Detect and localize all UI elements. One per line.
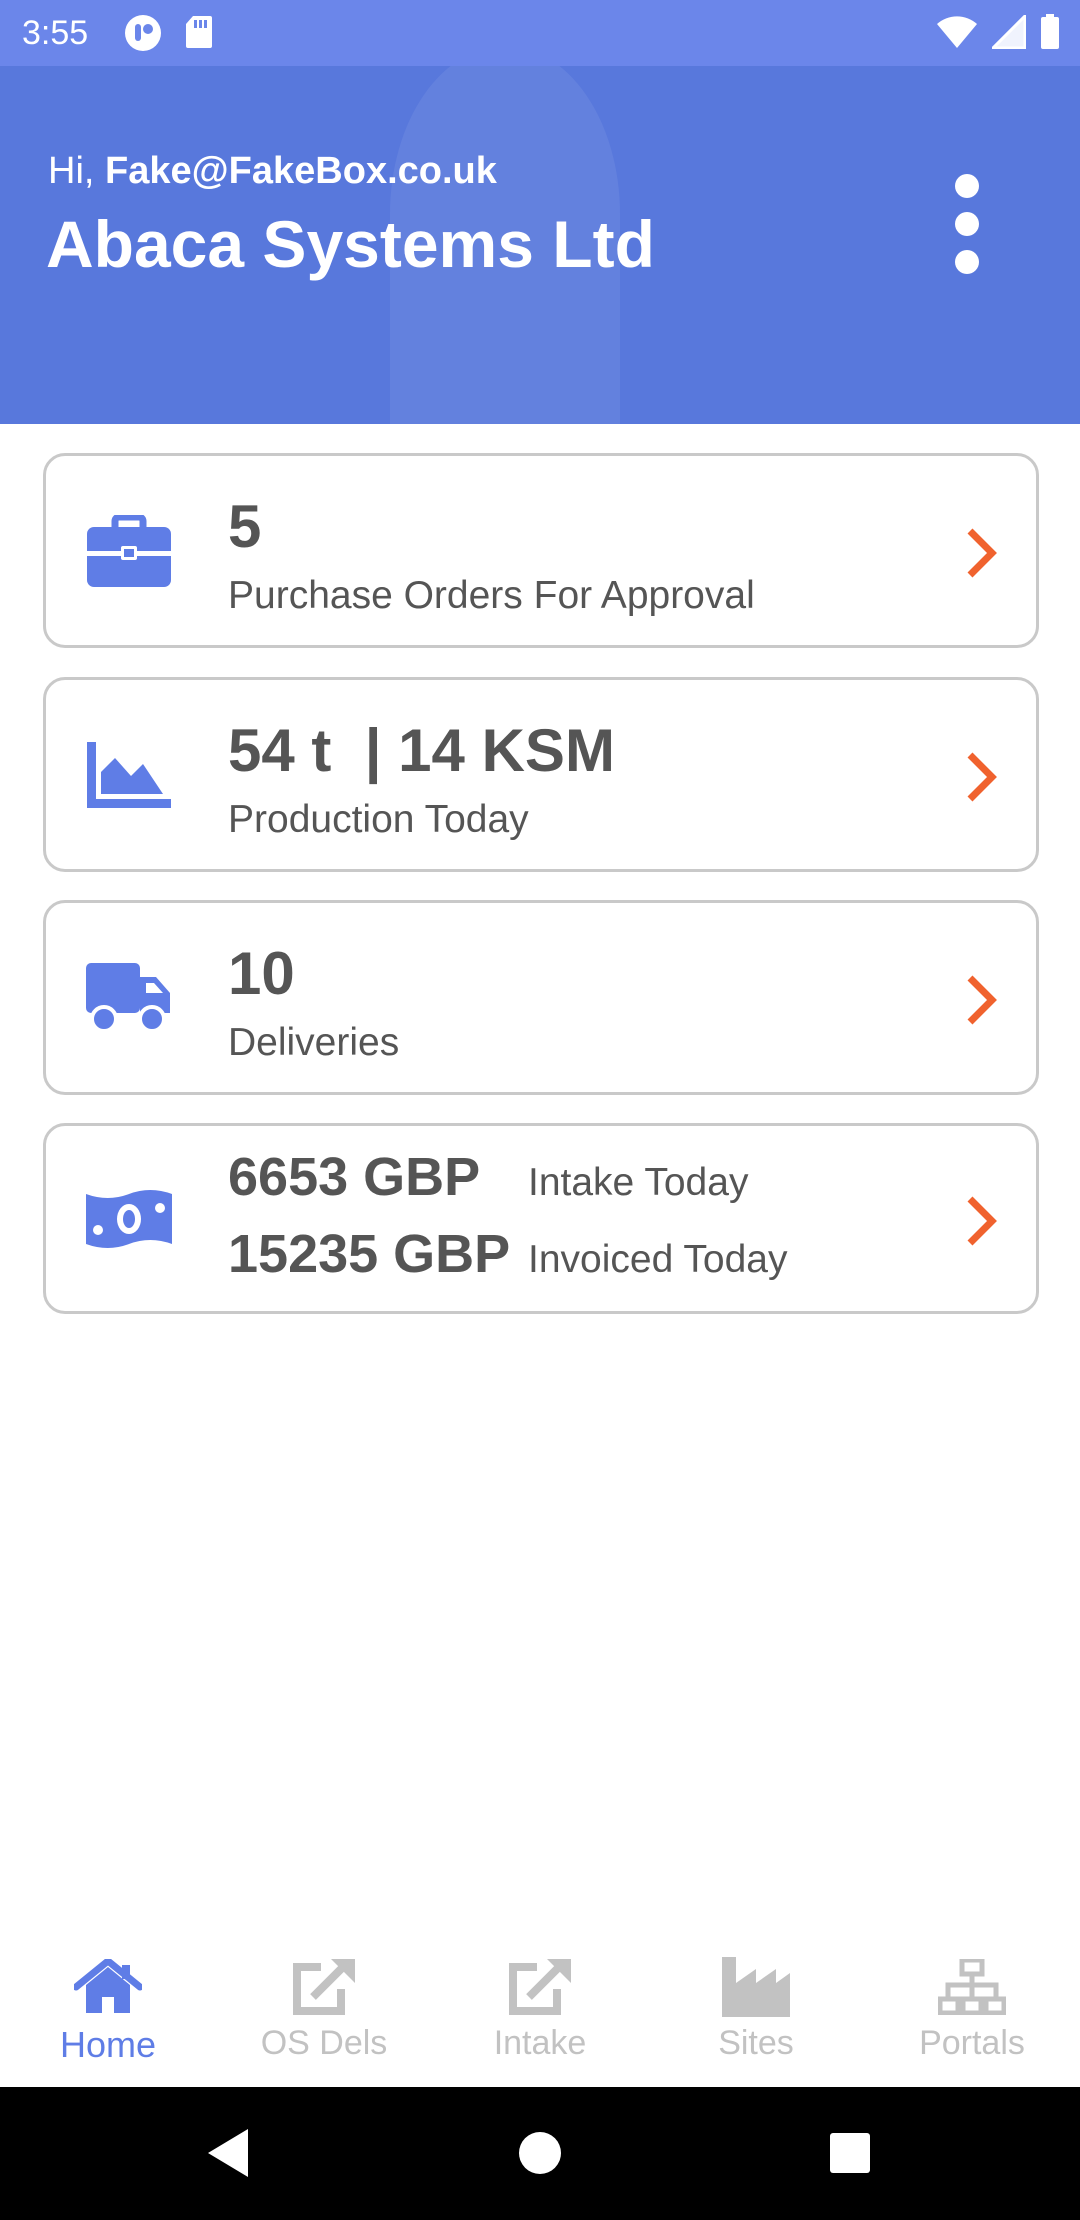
intake-row: 6653 GBP Intake Today — [228, 1146, 748, 1208]
greeting: Hi, Fake@FakeBox.co.uk — [48, 150, 497, 193]
company-name: Abaca Systems Ltd — [46, 207, 655, 281]
sd-card-icon — [184, 14, 214, 57]
intake-label: Intake Today — [528, 1161, 749, 1204]
signal-icon — [989, 12, 1027, 54]
deliveries-label: Deliveries — [228, 1021, 400, 1064]
nav-item-home[interactable]: Home — [0, 1930, 216, 2087]
external-edit-icon — [505, 1956, 575, 2018]
recents-icon[interactable] — [822, 2125, 878, 2181]
intake-amount: 6653 GBP — [228, 1147, 481, 1207]
more-vertical-icon[interactable] — [946, 174, 988, 274]
invoiced-row: 15235 GBP Invoiced Today — [228, 1223, 787, 1285]
greeting-prefix: Hi, — [48, 150, 95, 192]
home-icon — [73, 1956, 143, 2018]
chevron-right-icon — [967, 975, 997, 1025]
header: Hi, Fake@FakeBox.co.uk Abaca Systems Ltd — [0, 66, 1080, 424]
nav-label-portals: Portals — [919, 2024, 1025, 2062]
nav-label-sites: Sites — [718, 2024, 794, 2062]
external-edit-icon — [289, 1956, 359, 2018]
production-card[interactable]: 54 t | 14 KSM Production Today — [43, 677, 1039, 872]
nav-label-os-dels: OS Dels — [260, 2024, 388, 2062]
status-bar: 3:55 — [0, 0, 1080, 66]
factory-icon — [721, 1956, 791, 2018]
finance-card[interactable]: 6653 GBP Intake Today 15235 GBP Invoiced… — [43, 1123, 1039, 1314]
nav-item-sites[interactable]: Sites — [648, 1930, 864, 2087]
invoiced-amount: 15235 GBP — [228, 1224, 511, 1284]
purchase-orders-card[interactable]: 5 Purchase Orders For Approval — [43, 453, 1039, 648]
back-icon[interactable] — [202, 2125, 258, 2181]
home-button-icon[interactable] — [512, 2125, 568, 2181]
nav-label-intake: Intake — [493, 2024, 587, 2062]
invoiced-label: Invoiced Today — [528, 1238, 788, 1281]
assistant-icon — [124, 14, 162, 57]
chevron-right-icon — [967, 752, 997, 802]
chevron-right-icon — [967, 1196, 997, 1246]
status-time: 3:55 — [22, 14, 89, 52]
nav-item-os-dels[interactable]: OS Dels — [216, 1930, 432, 2087]
deliveries-card[interactable]: 10 Deliveries — [43, 900, 1039, 1095]
wifi-icon — [936, 15, 978, 54]
nav-item-intake[interactable]: Intake — [432, 1930, 648, 2087]
briefcase-icon — [84, 506, 174, 596]
nav-item-portals[interactable]: Portals — [864, 1930, 1080, 2087]
network-icon — [937, 1956, 1007, 2018]
bottom-navigation: Home OS Dels Intake Sites Portals — [0, 1930, 1080, 2087]
user-email: Fake@FakeBox.co.uk — [105, 150, 497, 192]
truck-icon — [84, 953, 174, 1043]
deliveries-count: 10 — [228, 940, 295, 1007]
production-label: Production Today — [228, 798, 529, 841]
production-value: 54 t | 14 KSM — [228, 717, 615, 784]
purchase-orders-count: 5 — [228, 493, 262, 560]
money-bill-icon — [84, 1174, 174, 1264]
nav-label-home: Home — [59, 2024, 157, 2065]
system-navigation-bar — [0, 2087, 1080, 2220]
battery-icon — [1040, 14, 1060, 55]
area-chart-icon — [84, 730, 174, 820]
purchase-orders-label: Purchase Orders For Approval — [228, 574, 755, 617]
chevron-right-icon — [967, 528, 997, 578]
